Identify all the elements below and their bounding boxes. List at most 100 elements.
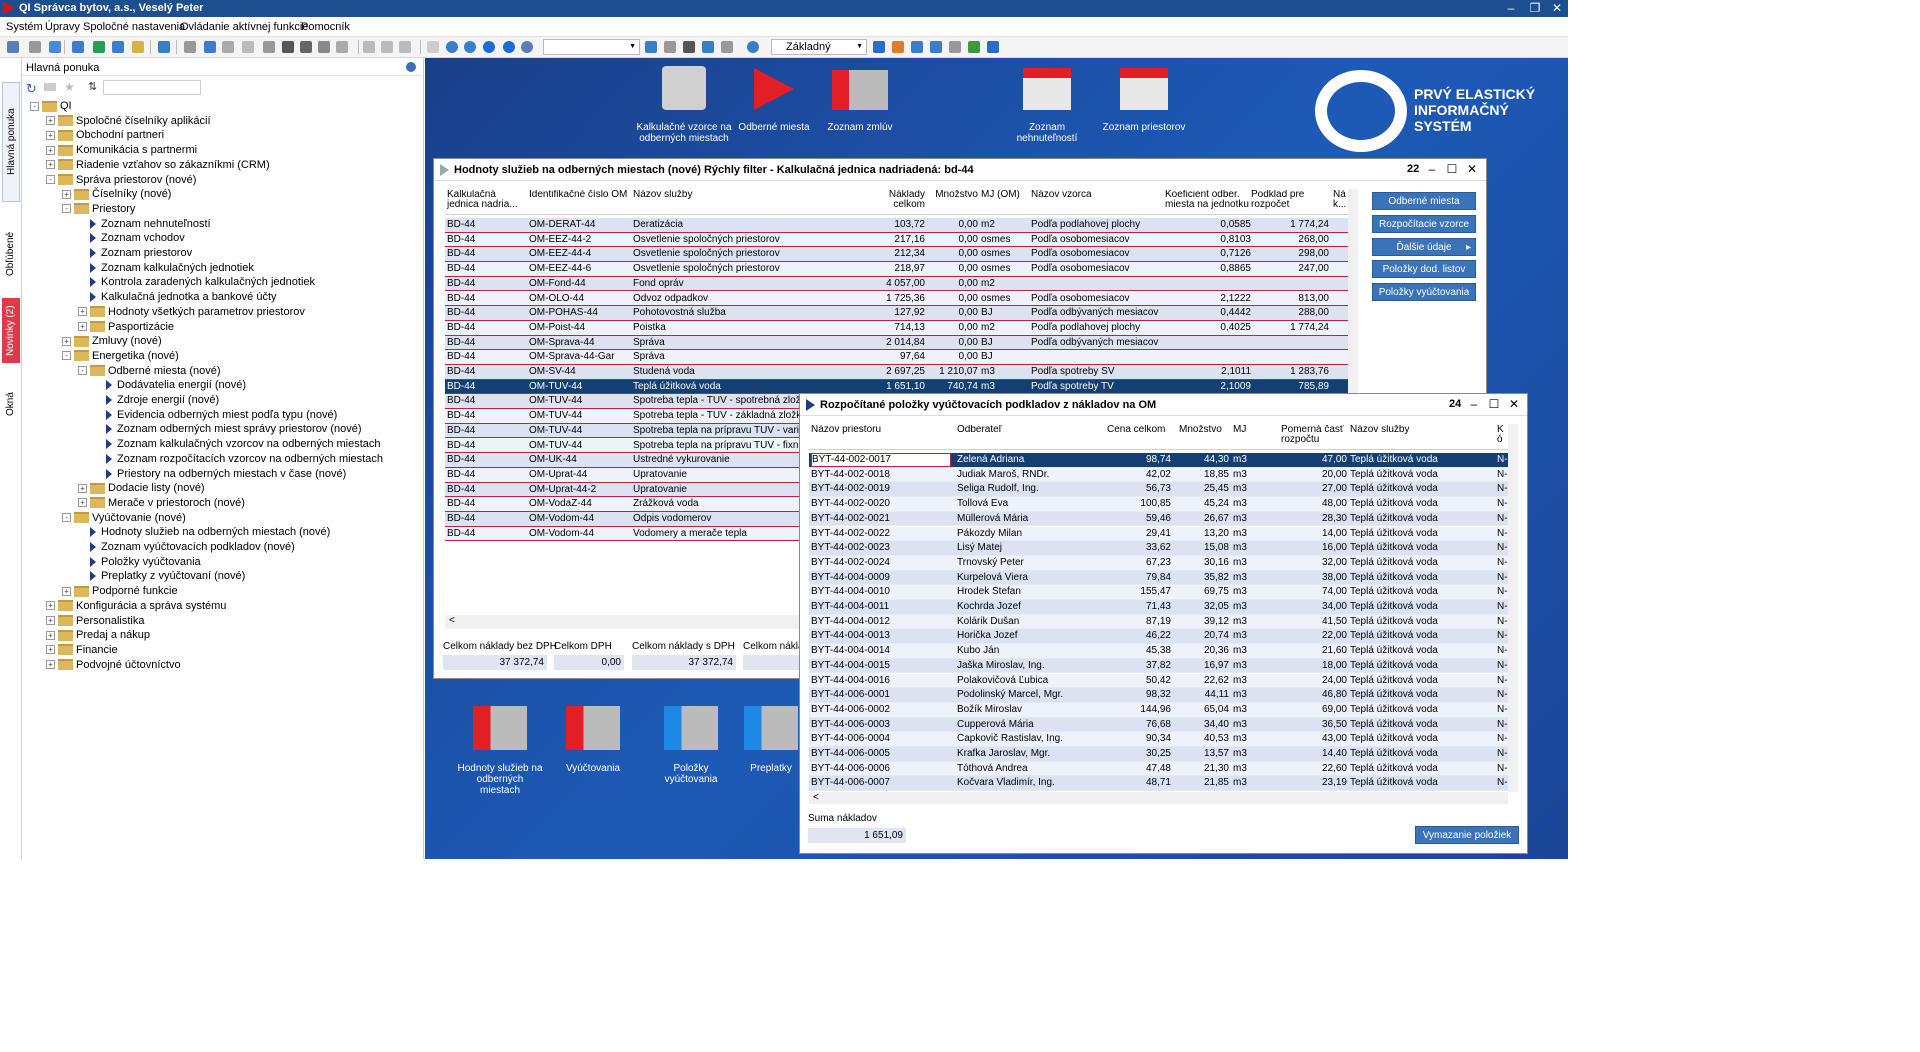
tree-node[interactable]: Kalkulačná jednotka a bankové účty: [86, 290, 277, 305]
table-row[interactable]: BYT-44-006-0002 Božík Miroslav 144,96 65,04…: [809, 702, 1508, 718]
filter-combo[interactable]: ▼: [543, 39, 640, 55]
column-header[interactable]: Množstvo: [928, 190, 978, 214]
table-row[interactable]: BYT-44-004-0015 Jaška Miroslav, Ing. 37,82…: [809, 658, 1508, 674]
table-row[interactable]: BD-44 OM-EEZ-44-4 Osvetlenie spoločných pr…: [445, 247, 1348, 263]
table-row[interactable]: BYT-44-002-0023 Lisý Matej 33,62 15,08 m3 16,…: [809, 541, 1508, 556]
toolbar-icon-9[interactable]: [204, 41, 216, 53]
view-tool-icon-2[interactable]: [911, 41, 923, 53]
funnel-icon[interactable]: [645, 41, 657, 53]
table-row[interactable]: BYT-44-004-0014 Kubo Ján 45,38 20,36 m3 21,60…: [809, 644, 1508, 659]
tree-node[interactable]: Zoznam priestorov: [86, 246, 192, 261]
collapse-icon[interactable]: -: [46, 175, 55, 185]
tree-node[interactable]: + Financie: [46, 643, 118, 658]
tree-node[interactable]: + Pasportizácie: [78, 320, 174, 335]
odberne-miesta-button[interactable]: Odberné miesta: [1372, 192, 1476, 210]
tree-node[interactable]: + Zmluvy (nové): [62, 334, 162, 349]
table-row[interactable]: BYT-44-006-0001 Podolinský Marcel, Mgr. 98…: [809, 688, 1508, 703]
tree-node[interactable]: + Podvojné účtovníctvo: [46, 658, 181, 673]
menu-spolocne-nastavenia[interactable]: Spoločné nastavenia: [83, 21, 185, 33]
tree-node[interactable]: + Komunikácia s partnermi: [46, 143, 197, 158]
tree-node[interactable]: + Spoločné číselníky aplikácií: [46, 114, 211, 129]
column-header[interactable]: MJ: [1233, 425, 1273, 449]
toolbar-icon-23[interactable]: [483, 41, 495, 53]
tree-node[interactable]: + Predaj a nákup: [46, 628, 150, 643]
desktop-shortcut[interactable]: Položky vyúčtovania: [650, 706, 732, 786]
expand-icon[interactable]: +: [46, 601, 55, 611]
table-row[interactable]: BYT-44-004-0012 Kolárik Dušan 87,19 39,12 m3…: [809, 614, 1508, 630]
table-row[interactable]: BYT-44-002-0018 Judiak Maroš, RNDr. 42,02 1…: [809, 467, 1508, 483]
desktop-shortcut[interactable]: Hodnoty služieb na odberných miestach: [457, 706, 543, 796]
filter-off-icon[interactable]: [721, 41, 733, 53]
table-row[interactable]: BYT-44-004-0010 Hrodek Štefan 155,47 69,75 m…: [809, 585, 1508, 600]
tree-node[interactable]: - Energetika (nové): [62, 349, 179, 364]
column-header[interactable]: Podklad pre rozpočet: [1251, 190, 1329, 214]
view-tool-icon-6[interactable]: [987, 41, 999, 53]
sort-icon[interactable]: [683, 41, 695, 53]
sort-icon[interactable]: ⇅: [88, 80, 97, 93]
table-row[interactable]: BD-44 OM-Sprava-44 Správa 2 014,84 0,00 BJ Pod…: [445, 335, 1348, 351]
column-header[interactable]: Koeficient odber. miesta na jednotku: [1165, 190, 1251, 214]
tree-node[interactable]: + Dodacie listy (nové): [78, 481, 205, 496]
expand-icon[interactable]: +: [78, 307, 87, 317]
toolbar-icon-16[interactable]: [336, 41, 348, 53]
polozky-dod-listov-button[interactable]: Položky dod. listov: [1372, 260, 1476, 279]
table-row[interactable]: BD-44 OM-POHAS-44 Pohotovostná služba 127,9…: [445, 306, 1348, 321]
column-header[interactable]: Názov vzorca: [1031, 190, 1161, 214]
column-header[interactable]: Cena celkom: [1107, 425, 1171, 449]
menu-search-input[interactable]: [103, 80, 201, 95]
table-row[interactable]: BYT-44-004-0009 Kurpelová Viera 79,84 35,82…: [809, 570, 1508, 586]
expand-icon[interactable]: +: [46, 160, 55, 170]
table-row[interactable]: BD-44 OM-DERAT-44 Deratizácia 103,72 0,00 m2 P…: [445, 218, 1348, 233]
collapse-icon[interactable]: -: [62, 351, 71, 361]
tree-node[interactable]: + Hodnoty všetkých parametrov priestorov: [78, 305, 305, 320]
table-row[interactable]: BYT-44-006-0006 Tóthová Andrea 47,48 21,30 m…: [809, 761, 1508, 777]
horizontal-scrollbar[interactable]: <: [809, 792, 1508, 804]
table-row[interactable]: BYT-44-006-0007 Kočvara Vladimír, Ing. 48,…: [809, 776, 1508, 792]
toolbar-icon-2[interactable]: [49, 41, 61, 53]
toolbar-icon-19[interactable]: [399, 41, 411, 53]
tab-news[interactable]: Novinky (2): [2, 298, 20, 363]
tree-node[interactable]: - Priestory: [62, 202, 135, 217]
expand-icon[interactable]: +: [78, 322, 87, 332]
close-button[interactable]: ✕: [1546, 0, 1568, 17]
collapse-icon[interactable]: [44, 83, 56, 91]
collapse-icon[interactable]: -: [78, 366, 87, 376]
tree-node[interactable]: Zoznam rozpočítacích vzorcov na odbernýc…: [102, 452, 383, 467]
column-header[interactable]: Názov služby: [633, 190, 853, 214]
tree-node[interactable]: Zoznam vyúčtovacích podkladov (nové): [86, 540, 295, 555]
expand-icon[interactable]: +: [46, 130, 55, 140]
toolbar-icon-0[interactable]: [7, 41, 19, 53]
toolbar-icon-10[interactable]: [222, 41, 234, 53]
toolbar-icon-25[interactable]: [521, 41, 533, 53]
desktop-shortcut[interactable]: Odberné miesta: [738, 66, 810, 146]
horizontal-scrollbar[interactable]: <: [445, 615, 801, 629]
table-row[interactable]: BD-44 OM-Sprava-44-Gar Správa 97,64 0,00 BJ: [445, 350, 1348, 365]
table-row[interactable]: BYT-44-002-0021 Müllerová Mária 59,46 26,67…: [809, 511, 1508, 527]
column-header[interactable]: Názov služby: [1350, 425, 1490, 449]
collapse-icon[interactable]: -: [62, 513, 71, 523]
maximize-button[interactable]: ☐: [1444, 162, 1460, 176]
toolbar-icon-11[interactable]: [242, 41, 254, 53]
tree-node[interactable]: + Podporné funkcie: [62, 584, 178, 599]
toolbar-icon-7[interactable]: [158, 41, 170, 53]
table-row[interactable]: BD-44 OM-Poist-44 Poistka 714,13 0,00 m2 Podľa…: [445, 320, 1348, 336]
table-row[interactable]: BYT-44-002-0020 Tollová Eva 100,85 45,24 m3 4…: [809, 497, 1508, 512]
tree-node[interactable]: Kontrola zaradených kalkulačných jednoti…: [86, 275, 315, 290]
vertical-scrollbar[interactable]: [1348, 189, 1358, 413]
toolbar-icon-8[interactable]: [184, 41, 196, 53]
toolbar-icon-15[interactable]: [318, 41, 330, 53]
expand-icon[interactable]: +: [78, 483, 87, 493]
expand-icon[interactable]: +: [46, 145, 55, 155]
clear-filter-icon[interactable]: [664, 41, 676, 53]
tree-node[interactable]: Priestory na odberných miestach v čase (…: [102, 467, 346, 482]
toolbar-icon-6[interactable]: [132, 41, 144, 53]
table-row[interactable]: BYT-44-002-0022 Pákozdy Milan 29,41 13,20 m3…: [809, 526, 1508, 542]
table-row[interactable]: BD-44 OM-OLO-44 Odvoz odpadkov 1 725,36 0,00…: [445, 291, 1348, 307]
tree-node[interactable]: Hodnoty služieb na odberných miestach (n…: [86, 525, 330, 540]
table-row[interactable]: BYT-44-004-0016 Polakovičová Ľubica 50,42 2…: [809, 673, 1508, 689]
column-header[interactable]: Identifikačné číslo OM: [529, 190, 629, 214]
expand-icon[interactable]: +: [46, 616, 55, 626]
desktop-shortcut[interactable]: Vyúčtovania: [560, 706, 626, 786]
toolbar-icon-22[interactable]: [464, 41, 476, 53]
expand-icon[interactable]: +: [62, 336, 71, 346]
